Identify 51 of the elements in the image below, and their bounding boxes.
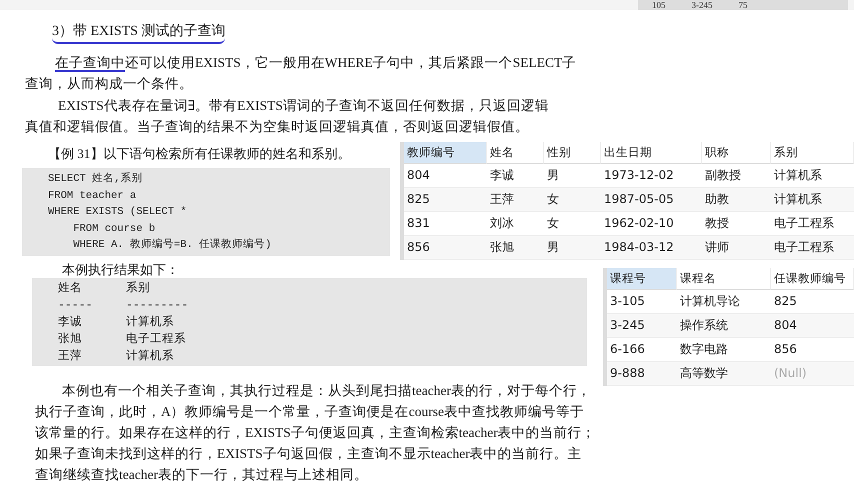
table-cell: 825 bbox=[404, 188, 487, 212]
column-header[interactable]: 任课教师编号 bbox=[771, 268, 854, 290]
column-header[interactable]: 出生日期 bbox=[601, 142, 702, 164]
table-cell: 856 bbox=[404, 236, 487, 260]
table-cell: 电子工程系 bbox=[771, 236, 854, 260]
table-cell: 3-245 bbox=[607, 314, 677, 338]
result-cell-text: 计算机系 bbox=[126, 314, 175, 331]
result-separator: ----- bbox=[58, 298, 94, 314]
column-header[interactable]: 职称 bbox=[702, 142, 771, 164]
section-heading: 3）带 EXISTS 测试的子查询 bbox=[52, 22, 226, 44]
result-header: 姓名 bbox=[58, 280, 83, 297]
result-header: 系别 bbox=[126, 280, 151, 297]
result-cell-text: 计算机系 bbox=[126, 348, 175, 365]
table-cell: 1984-03-12 bbox=[601, 236, 702, 260]
table-cell: 75 bbox=[738, 0, 748, 10]
table-cell: 3-245 bbox=[692, 0, 712, 10]
paragraph: 在子查询中还可以使用EXISTS，它一般用在WHERE子句中，其后紧跟一个SELECT子 查询，从而构成一个条件。 bbox=[25, 54, 578, 93]
paragraph: 本例也有一个相关子查询，其执行过程是：从头到尾扫描teacher表的行，对于每个行， 执行子查询，此时，A）教师编号是一个常量，子查询便是在course表中查找教师编号等于 该常量的行。如果存在这样的行，EXISTS子句便返回真，主查询检索teacher表中的当前行； 如果子查询未找到这样的行，EXISTS子句返回假，主查询不显示teacher表中的当前行。主 查询继续查找teacher表的下一行，其过程与上述相同。 bbox=[35, 382, 597, 484]
table-cell: 1987-05-05 bbox=[601, 188, 702, 212]
table-cell: 助教 bbox=[702, 188, 771, 212]
table-cell: 105 bbox=[652, 0, 666, 10]
table-cell: 王萍 bbox=[487, 188, 544, 212]
table-cell: 男 bbox=[544, 236, 601, 260]
result-cell-text: 张旭 bbox=[58, 332, 83, 348]
null-cell: (Null) bbox=[771, 362, 854, 386]
table-cell: 9-888 bbox=[607, 362, 677, 386]
table-cell: 804 bbox=[771, 314, 854, 338]
table-cell: 操作系统 bbox=[677, 314, 771, 338]
code-line: WHERE A. 教师编号=B. 任课教师编号) bbox=[72, 237, 272, 253]
column-header[interactable]: 姓名 bbox=[487, 142, 544, 164]
column-header[interactable]: 课程号 bbox=[607, 268, 677, 290]
code-line: FROM teacher a bbox=[48, 188, 138, 204]
table-cell: 讲师 bbox=[702, 236, 771, 260]
paragraph: EXISTS代表存在量词∃。带有EXISTS谓词的子查询不返回任何数据，只返回逻辑 真值和逻辑假值。当子查询的结果不为空集时返回逻辑真值，否则返回逻辑假值。 bbox=[25, 97, 550, 136]
caption: 本例执行结果如下： bbox=[62, 260, 180, 278]
code-line: WHERE EXISTS (SELECT * bbox=[48, 205, 188, 220]
result-separator: --------- bbox=[126, 298, 190, 314]
table-cell: 高等数学 bbox=[677, 362, 771, 386]
example-title: 【例 31】以下语句检索所有任课教师的姓名和系别。 bbox=[48, 145, 352, 163]
result-cell-text: 王萍 bbox=[58, 348, 83, 365]
column-header[interactable]: 课程名 bbox=[677, 268, 771, 290]
result-cell-text: 李诚 bbox=[58, 314, 83, 331]
table-cell: 计算机系 bbox=[771, 188, 854, 212]
table-cell: 张旭 bbox=[487, 236, 544, 260]
table-cell: 女 bbox=[544, 188, 601, 212]
code-line: FROM course b bbox=[72, 222, 156, 236]
code-line: SELECT 姓名,系别 bbox=[48, 171, 144, 187]
result-cell-text: 电子工程系 bbox=[126, 331, 187, 348]
column-header[interactable]: 教师编号 bbox=[404, 142, 487, 164]
column-header[interactable]: 系别 bbox=[771, 142, 854, 164]
column-header[interactable]: 性别 bbox=[544, 142, 601, 164]
